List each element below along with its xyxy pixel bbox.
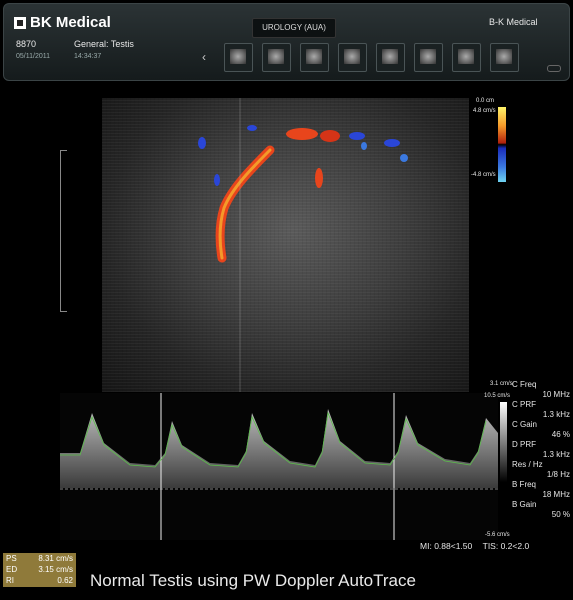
tis-label: TIS:	[482, 541, 499, 551]
chevron-left-icon[interactable]: ‹	[202, 50, 206, 64]
color-scale-bottom: -4.8 cm/s	[471, 172, 496, 178]
image-thumbnail[interactable]	[376, 43, 405, 72]
brand-name: BK Medical	[30, 14, 111, 31]
measurement-ri: RI 0.62	[6, 576, 73, 585]
bmode-image	[102, 98, 469, 392]
bk-logo-icon	[14, 16, 26, 29]
parameter-panel: C Freq 10 MHz C PRF 1.3 kHz C Gain 46 % …	[512, 380, 570, 538]
image-thumbnail[interactable]	[414, 43, 443, 72]
mode-label[interactable]: UROLOGY (AUA)	[252, 18, 336, 38]
image-thumbnail[interactable]	[338, 43, 367, 72]
spectral-scale-second: 10.5 cm/s	[484, 393, 511, 399]
image-thumbnail[interactable]	[490, 43, 519, 72]
spectral-scale-bottom: -5.6 cm/s	[485, 532, 510, 538]
image-thumbnail[interactable]	[300, 43, 329, 72]
image-caption: Normal Testis using PW Doppler AutoTrace	[90, 571, 416, 590]
scroll-handle[interactable]	[547, 65, 561, 72]
color-doppler-overlay	[198, 98, 408, 392]
image-thumbnail[interactable]	[262, 43, 291, 72]
image-thumbnail[interactable]	[224, 43, 253, 72]
spectral-waveform	[60, 393, 498, 540]
exam-date: 05/11/2011	[16, 53, 50, 60]
spectral-gray-scale	[500, 402, 507, 482]
param-b-gain: B Gain 50 %	[512, 500, 570, 519]
header-panel: BK Medical 8870 05/11/2011 General: Test…	[3, 3, 570, 81]
spectral-doppler	[60, 393, 498, 540]
patient-id: 8870	[16, 39, 37, 49]
spectral-scale-top: 3.1 cm/s	[490, 381, 513, 387]
color-scale-bar	[498, 107, 506, 182]
measurement-ps: PS 8.31 cm/s	[6, 554, 73, 563]
mi-value: 0.88<1.50	[434, 541, 473, 551]
color-scale-top: 4.8 cm/s	[473, 108, 496, 114]
brand-logo: BK Medical	[14, 14, 111, 31]
mi-label: MI:	[420, 541, 432, 551]
param-c-freq: C Freq 10 MHz	[512, 380, 570, 399]
device-name: B-K Medical	[489, 17, 538, 27]
exam-time: 14:34:37	[74, 53, 102, 60]
exam-type: General: Testis	[74, 39, 134, 49]
image-thumbnail[interactable]	[452, 43, 481, 72]
depth-scale	[60, 150, 67, 312]
tis-value: 0.2<2.0	[500, 541, 530, 551]
measurement-box: PS 8.31 cm/s ED 3.15 cm/s RI 0.62	[3, 553, 76, 587]
param-c-gain: C Gain 46 %	[512, 420, 570, 439]
param-b-freq: B Freq 18 MHz	[512, 480, 570, 499]
param-c-prf: C PRF 1.3 kHz	[512, 400, 570, 419]
param-d-prf: D PRF 1.3 kHz	[512, 440, 570, 459]
param-res-hz: Res / Hz 1/8 Hz	[512, 460, 570, 479]
safety-indices: MI: 0.88<1.50 TIS: 0.2<2.0	[420, 541, 529, 551]
measurement-ed: ED 3.15 cm/s	[6, 565, 73, 574]
depth-label: 0.0 cm	[476, 98, 495, 104]
thumbnail-strip	[224, 43, 519, 72]
